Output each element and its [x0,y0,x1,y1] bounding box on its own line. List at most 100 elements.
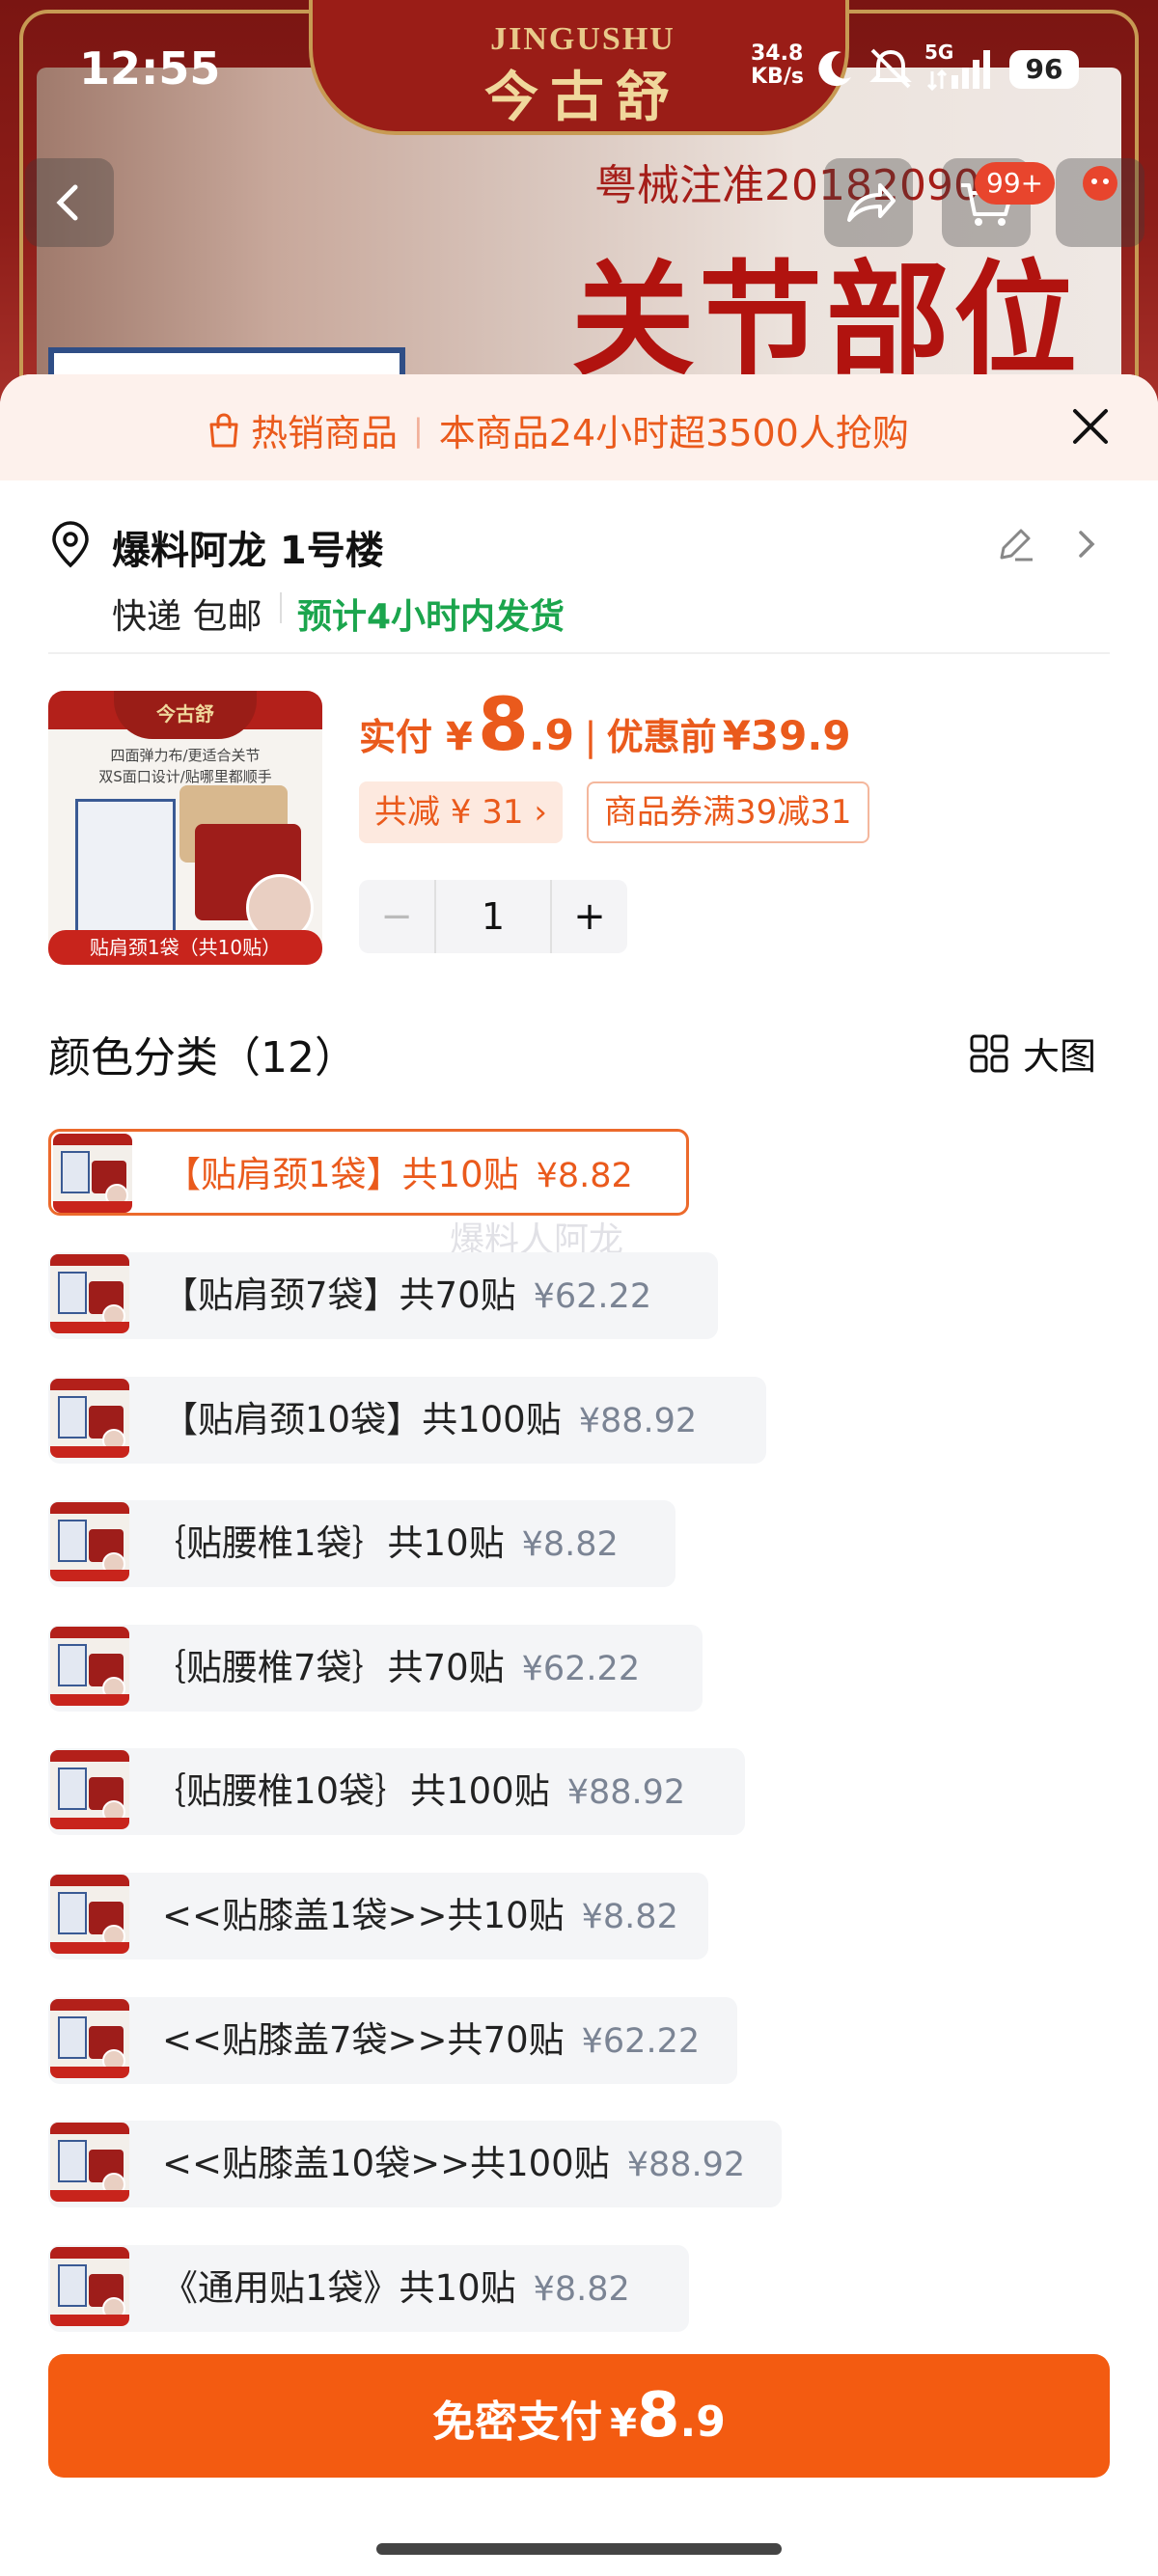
option-label: <<贴膝盖1袋>>共10贴 [162,1895,565,1936]
option-label: 【贴肩颈7袋】共70贴 [162,1274,516,1316]
hot-sale-text: 热销商品 | 本商品24小时超3500人抢购 [207,403,909,456]
option-label: 《通用贴1袋》共10贴 [162,2267,516,2309]
pay-button-price-integer: 8 [636,2380,680,2452]
sku-sheet: 热销商品 | 本商品24小时超3500人抢购 爆料阿龙 1号楼 快递 包邮 预计… [0,374,1158,2576]
option-thumbnail [50,1750,129,1829]
option-price: ¥8.82 [533,2270,630,2309]
hot-sale-message: 本商品24小时超3500人抢购 [438,412,909,454]
moon-icon [818,51,851,87]
shipping-method: 快递 包邮 [112,597,262,637]
option-thumbnail [50,1502,129,1581]
option-price: ¥88.92 [566,1773,686,1812]
increment-button[interactable]: + [552,880,627,953]
chevron-left-icon [56,184,78,221]
back-button[interactable] [25,158,114,247]
pay-button-price-decimal: .9 [679,2398,726,2447]
mute-bell-icon [869,48,912,89]
option-label: 【贴肩颈1袋】共10贴 [165,1154,519,1195]
original-price: ¥39.9 [722,712,851,759]
option-label: <<贴膝盖7袋>>共70贴 [162,2019,565,2061]
hot-sale-divider: | [413,411,424,449]
option-price: ¥62.22 [521,1650,641,1688]
more-icon [1083,166,1117,201]
big-view-toggle[interactable]: 大图 [969,1027,1096,1080]
option-item[interactable]: ｛贴腰椎1袋｝共10贴 ¥8.82 [48,1500,676,1587]
share-icon [847,183,896,222]
option-thumbnail [50,2123,129,2202]
option-item[interactable]: 【贴肩颈7袋】共70贴 ¥62.22 [48,1252,718,1339]
option-text: ｛贴腰椎1袋｝共10贴 ¥8.82 [151,1500,619,1588]
option-thumbnail [50,1254,129,1333]
certification-text: 粤械注准20182090 [594,161,980,210]
option-text: ｛贴腰椎7袋｝共70贴 ¥62.22 [151,1625,640,1713]
option-text: ｛贴腰椎10袋｝共100贴 ¥88.92 [151,1748,685,1836]
coupon-pill[interactable]: 商品券满39减31 [587,781,869,843]
option-item[interactable]: ｛贴腰椎7袋｝共70贴 ¥62.22 [48,1625,703,1712]
option-thumbnail [50,1999,129,2078]
address-name[interactable]: 爆料阿龙 1号楼 [112,519,384,575]
big-view-label: 大图 [1023,1035,1097,1078]
option-price: ¥62.22 [581,2022,701,2061]
location-pin-icon [52,521,89,568]
option-label: <<贴膝盖10袋>>共100贴 [162,2143,610,2184]
option-item[interactable]: 【贴肩颈1袋】共10贴 ¥8.82 [48,1129,689,1216]
option-label: 【贴肩颈10袋】共100贴 [162,1399,562,1440]
option-price: ¥8.82 [521,1525,619,1564]
option-thumbnail [53,1134,132,1213]
cart-badge: 99+ [975,162,1056,205]
option-thumbnail [50,1627,129,1706]
pay-label: 实付 [359,716,433,758]
options-title: 颜色分类（12） [48,1033,357,1082]
option-text: <<贴膝盖7袋>>共70贴 ¥62.22 [162,1997,700,2085]
option-price: ¥62.22 [533,1277,652,1316]
price-divider: | [584,715,597,759]
more-button[interactable] [1056,158,1144,247]
net-speed-unit: KB/s [751,65,804,89]
currency-symbol: ¥ [446,715,473,759]
option-item[interactable]: 【贴肩颈10袋】共100贴 ¥88.92 [48,1377,766,1464]
status-bar: 12:55 34.8 KB/s 5G 96 [0,0,1158,135]
option-text: 《通用贴1袋》共10贴 ¥8.82 [162,2245,630,2333]
option-item[interactable]: 《通用贴1袋》共10贴 ¥8.82 [48,2245,689,2332]
close-icon[interactable] [1063,399,1117,453]
thumb-caption: 贴肩颈1袋（共10贴） [48,930,322,965]
quantity-value[interactable]: 1 [434,880,552,953]
battery-indicator: 96 [1009,50,1079,89]
option-price: ¥8.82 [536,1157,633,1195]
edit-icon[interactable] [994,523,1036,565]
option-price: ¥88.92 [578,1402,698,1440]
home-indicator[interactable] [376,2543,782,2555]
net-speed-value: 34.8 [751,41,804,66]
quantity-stepper: − 1 + [359,880,627,953]
chevron-right-icon[interactable] [1071,527,1100,562]
divider [48,652,1110,654]
option-item[interactable]: <<贴膝盖10袋>>共100贴 ¥88.92 [48,2121,782,2207]
option-label: ｛贴腰椎7袋｝共70贴 [151,1647,505,1688]
discount-pill[interactable]: 共减 ¥ 31 › [359,781,563,843]
option-label: ｛贴腰椎10袋｝共100贴 [151,1770,550,1812]
option-text: 【贴肩颈1袋】共10贴 ¥8.82 [165,1132,633,1219]
option-item[interactable]: ｛贴腰椎10袋｝共100贴 ¥88.92 [48,1748,745,1835]
thumb-product-box [75,799,176,934]
pay-button[interactable]: 免密支付 ¥8.9 [48,2354,1110,2478]
thumb-tagline-1: 四面弹力布/更适合关节 [110,747,261,764]
option-price: ¥8.82 [581,1898,678,1936]
product-thumbnail[interactable]: 今古舒 四面弹力布/更适合关节 双S面口设计/贴哪里都顺手 贴肩颈1袋（共10贴… [48,691,322,965]
option-text: 【贴肩颈10袋】共100贴 ¥88.92 [162,1377,697,1465]
option-item[interactable]: <<贴膝盖1袋>>共10贴 ¥8.82 [48,1873,708,1959]
net-speed: 34.8 KB/s [751,42,804,89]
shipping-divider [280,592,282,623]
price-decimal: .9 [528,711,575,760]
pay-button-currency: ¥ [610,2401,637,2446]
option-item[interactable]: <<贴膝盖7袋>>共70贴 ¥62.22 [48,1997,737,2084]
decrement-button[interactable]: − [359,880,434,953]
option-thumbnail [50,1875,129,1954]
hot-sale-bar: 热销商品 | 本商品24小时超3500人抢购 [0,374,1158,480]
signal-icon [926,50,990,91]
option-price: ¥88.92 [626,2146,746,2184]
option-text: 【贴肩颈7袋】共70贴 ¥62.22 [162,1252,651,1340]
share-button[interactable] [824,158,913,247]
option-thumbnail [50,2247,129,2326]
price-integer: 8 [477,681,529,767]
option-text: <<贴膝盖10袋>>共100贴 ¥88.92 [162,2121,745,2208]
